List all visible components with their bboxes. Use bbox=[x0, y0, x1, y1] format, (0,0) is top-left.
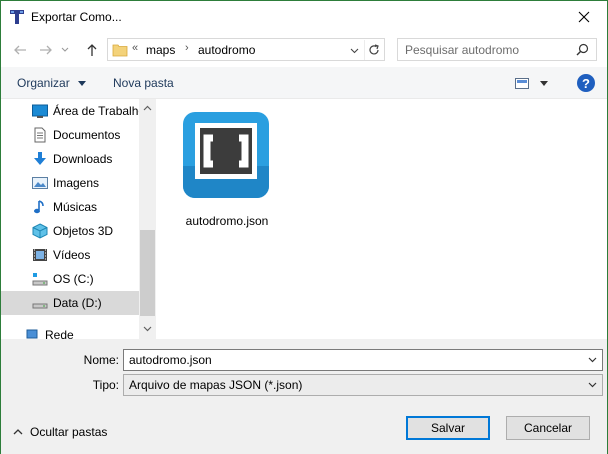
nav-item-label: Documentos bbox=[53, 128, 121, 142]
chevron-down-icon bbox=[78, 81, 87, 86]
desktop-icon bbox=[32, 104, 48, 118]
nav-item-label: Rede bbox=[45, 328, 74, 339]
name-label: Nome: bbox=[83, 353, 119, 367]
title-bar: Exportar Como... bbox=[1, 1, 607, 33]
nav-item-3d-objects[interactable]: Objetos 3D bbox=[1, 219, 139, 243]
scroll-down-button[interactable] bbox=[139, 320, 156, 337]
nav-item-label: Área de Trabalho bbox=[53, 104, 146, 118]
save-button[interactable]: Salvar bbox=[406, 416, 490, 440]
organize-label: Organizar bbox=[17, 76, 70, 90]
address-segment-maps[interactable]: maps bbox=[146, 43, 175, 57]
folder-icon bbox=[112, 44, 128, 57]
drive-c-icon bbox=[32, 273, 48, 286]
3d-objects-icon bbox=[32, 223, 48, 239]
search-input[interactable]: Pesquisar autodromo bbox=[405, 43, 519, 57]
nav-item-label: Vídeos bbox=[53, 248, 91, 262]
nav-item-label: OS (C:) bbox=[53, 272, 94, 286]
change-view-button[interactable] bbox=[515, 76, 551, 92]
file-list: autodromo.json bbox=[157, 99, 607, 339]
chevron-down-icon bbox=[61, 47, 69, 52]
address-history-button[interactable] bbox=[345, 40, 363, 60]
app-icon bbox=[10, 10, 24, 24]
arrow-left-icon bbox=[14, 45, 26, 55]
brackets-app-icon bbox=[183, 112, 269, 198]
chevron-down-icon bbox=[588, 382, 596, 388]
chevron-down-icon bbox=[588, 357, 596, 363]
hide-folders-label: Ocultar pastas bbox=[30, 425, 108, 439]
export-dialog: Exportar Como... « maps › autodromo Pesq… bbox=[0, 0, 608, 454]
refresh-button[interactable] bbox=[364, 40, 383, 60]
arrow-right-icon bbox=[40, 45, 52, 55]
recent-locations-button[interactable] bbox=[59, 41, 71, 59]
chevron-right-icon[interactable]: › bbox=[185, 42, 189, 54]
dialog-title: Exportar Como... bbox=[31, 10, 122, 24]
help-icon: ? bbox=[582, 75, 590, 91]
nav-item-network[interactable]: Rede bbox=[1, 323, 139, 339]
file-name: autodromo.json bbox=[185, 214, 269, 228]
command-bar: Organizar Nova pasta ? bbox=[1, 67, 607, 99]
file-type-dropdown-button[interactable] bbox=[584, 377, 600, 393]
scroll-thumb[interactable] bbox=[140, 230, 155, 316]
address-bar[interactable]: « maps › autodromo bbox=[107, 38, 385, 61]
type-label: Tipo: bbox=[92, 378, 119, 392]
chevron-up-icon bbox=[143, 105, 152, 110]
search-icon[interactable] bbox=[576, 43, 589, 56]
chevron-down-icon bbox=[540, 81, 548, 86]
help-button[interactable]: ? bbox=[577, 74, 595, 92]
cancel-button[interactable]: Cancelar bbox=[506, 416, 590, 440]
nav-item-downloads[interactable]: Downloads bbox=[1, 147, 139, 171]
nav-item-videos[interactable]: Vídeos bbox=[1, 243, 139, 267]
network-icon bbox=[26, 329, 38, 339]
forward-button[interactable] bbox=[37, 41, 55, 59]
new-folder-button[interactable]: Nova pasta bbox=[113, 76, 174, 90]
file-item[interactable]: autodromo.json bbox=[181, 109, 273, 228]
nav-item-pictures[interactable]: Imagens bbox=[1, 171, 139, 195]
navigation-pane: Área de Trabalho Documentos Downloads Im… bbox=[1, 99, 157, 339]
navigation-scrollbar[interactable] bbox=[139, 99, 156, 339]
up-button[interactable] bbox=[83, 41, 101, 59]
nav-item-documents[interactable]: Documentos bbox=[1, 123, 139, 147]
filename-combobox[interactable]: autodromo.json bbox=[123, 349, 603, 371]
filename-input[interactable]: autodromo.json bbox=[129, 353, 212, 367]
chevron-down-icon bbox=[143, 326, 152, 331]
nav-item-drive-c[interactable]: OS (C:) bbox=[1, 267, 139, 291]
back-button[interactable] bbox=[11, 41, 29, 59]
drive-d-icon bbox=[32, 303, 48, 309]
nav-item-music[interactable]: Músicas bbox=[1, 195, 139, 219]
scroll-up-button[interactable] bbox=[139, 99, 156, 116]
organize-button[interactable]: Organizar bbox=[17, 76, 87, 90]
chevron-down-icon bbox=[350, 48, 358, 53]
arrow-up-icon bbox=[87, 44, 97, 56]
save-form: Nome: autodromo.json Tipo: Arquivo de ma… bbox=[1, 339, 607, 454]
nav-item-label: Objetos 3D bbox=[53, 224, 114, 238]
nav-item-drive-d[interactable]: Data (D:) bbox=[1, 291, 139, 315]
address-overflow[interactable]: « bbox=[132, 42, 138, 54]
address-segment-autodromo[interactable]: autodromo bbox=[198, 43, 255, 57]
chevron-up-icon bbox=[13, 429, 23, 435]
navigation-bar: « maps › autodromo Pesquisar autodromo bbox=[1, 33, 607, 67]
view-icon bbox=[515, 78, 529, 89]
nav-item-label: Imagens bbox=[53, 176, 100, 190]
nav-item-desktop[interactable]: Área de Trabalho bbox=[1, 99, 145, 123]
downloads-icon bbox=[34, 152, 46, 165]
videos-icon bbox=[33, 249, 47, 261]
search-box[interactable]: Pesquisar autodromo bbox=[397, 38, 597, 61]
close-icon bbox=[578, 11, 590, 23]
pictures-icon bbox=[32, 177, 48, 189]
file-type-select[interactable]: Arquivo de mapas JSON (*.json) bbox=[123, 374, 603, 396]
nav-item-label: Músicas bbox=[53, 200, 98, 214]
nav-item-label: Data (D:) bbox=[53, 296, 102, 310]
close-button[interactable] bbox=[561, 1, 607, 33]
documents-icon bbox=[34, 127, 46, 143]
music-icon bbox=[34, 200, 44, 214]
filename-dropdown-button[interactable] bbox=[584, 352, 600, 368]
nav-item-label: Downloads bbox=[53, 152, 113, 166]
file-type-value: Arquivo de mapas JSON (*.json) bbox=[129, 378, 303, 392]
refresh-icon bbox=[369, 44, 379, 55]
